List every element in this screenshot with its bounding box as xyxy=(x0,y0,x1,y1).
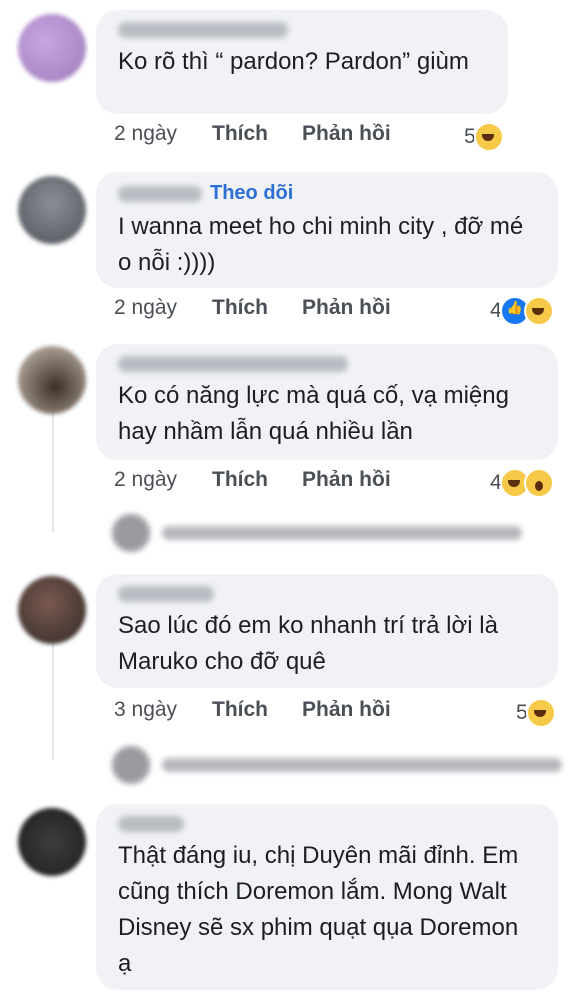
comment-text: Sao lúc đó em ko nhanh trí trả lời là Ma… xyxy=(118,612,498,675)
avatar[interactable] xyxy=(18,14,86,82)
commenter-name[interactable] xyxy=(118,22,288,38)
reply-avatar xyxy=(112,746,150,784)
like-button[interactable]: Thích xyxy=(212,296,302,320)
reaction-summary[interactable]: 4 xyxy=(490,296,554,326)
comment-time[interactable]: 2 ngày xyxy=(114,296,212,320)
reply-button[interactable]: Phản hồi xyxy=(302,698,391,722)
comment-text: Thật đáng iu, chị Duyên mãi đỉnh. Em cũn… xyxy=(118,842,519,977)
comment-bubble: Thật đáng iu, chị Duyên mãi đỉnh. Em cũn… xyxy=(96,804,558,990)
comment-actions: 2 ngày Thích Phản hồi xyxy=(114,122,391,146)
comment-actions: 2 ngày Thích Phản hồi xyxy=(114,296,391,320)
reaction-summary[interactable]: 5 xyxy=(516,698,556,728)
wow-reaction-icon xyxy=(523,468,554,498)
haha-reaction-icon xyxy=(473,122,504,152)
avatar[interactable] xyxy=(18,808,86,876)
comment-bubble: Ko có năng lực mà quá cố, vạ miệng hay n… xyxy=(96,344,558,460)
comment-time[interactable]: 2 ngày xyxy=(114,468,212,492)
commenter-name[interactable] xyxy=(118,586,214,602)
reply-preview-text xyxy=(162,758,562,772)
comment-actions: 3 ngày Thích Phản hồi xyxy=(114,698,391,722)
comment-bubble: Ko rõ thì “ pardon? Pardon” giùm xyxy=(96,10,508,114)
reply-thread-line xyxy=(52,410,54,532)
comment-bubble: Sao lúc đó em ko nhanh trí trả lời là Ma… xyxy=(96,574,558,688)
commenter-name[interactable] xyxy=(118,816,184,832)
comment-text: Ko có năng lực mà quá cố, vạ miệng hay n… xyxy=(118,382,509,445)
reply-thread-line xyxy=(52,640,54,760)
follow-link[interactable]: Theo dõi xyxy=(210,182,293,205)
reply-button[interactable]: Phản hồi xyxy=(302,296,391,320)
commenter-name[interactable] xyxy=(118,356,348,372)
haha-reaction-icon xyxy=(525,698,556,728)
like-button[interactable]: Thích xyxy=(212,698,302,722)
like-button[interactable]: Thích xyxy=(212,122,302,146)
avatar[interactable] xyxy=(18,346,86,414)
reply-button[interactable]: Phản hồi xyxy=(302,122,391,146)
like-button[interactable]: Thích xyxy=(212,468,302,492)
view-replies-link[interactable] xyxy=(112,514,522,552)
view-replies-link[interactable] xyxy=(112,746,562,784)
reply-button[interactable]: Phản hồi xyxy=(302,468,391,492)
reply-preview-text xyxy=(162,526,522,540)
haha-reaction-icon xyxy=(523,296,554,326)
reply-avatar xyxy=(112,514,150,552)
avatar[interactable] xyxy=(18,576,86,644)
comment-actions: 2 ngày Thích Phản hồi xyxy=(114,468,391,492)
comment-text: I wanna meet ho chi minh city , đỡ mé o … xyxy=(118,213,524,276)
comment-text: Ko rõ thì “ pardon? Pardon” giùm xyxy=(118,48,469,75)
reaction-summary[interactable]: 4 xyxy=(490,468,554,498)
avatar[interactable] xyxy=(18,176,86,244)
commenter-name[interactable] xyxy=(118,185,202,202)
comment-time[interactable]: 2 ngày xyxy=(114,122,212,146)
reaction-summary[interactable]: 5 xyxy=(464,122,504,152)
comment-bubble: Theo dõi I wanna meet ho chi minh city ,… xyxy=(96,172,558,288)
comment-time[interactable]: 3 ngày xyxy=(114,698,212,722)
